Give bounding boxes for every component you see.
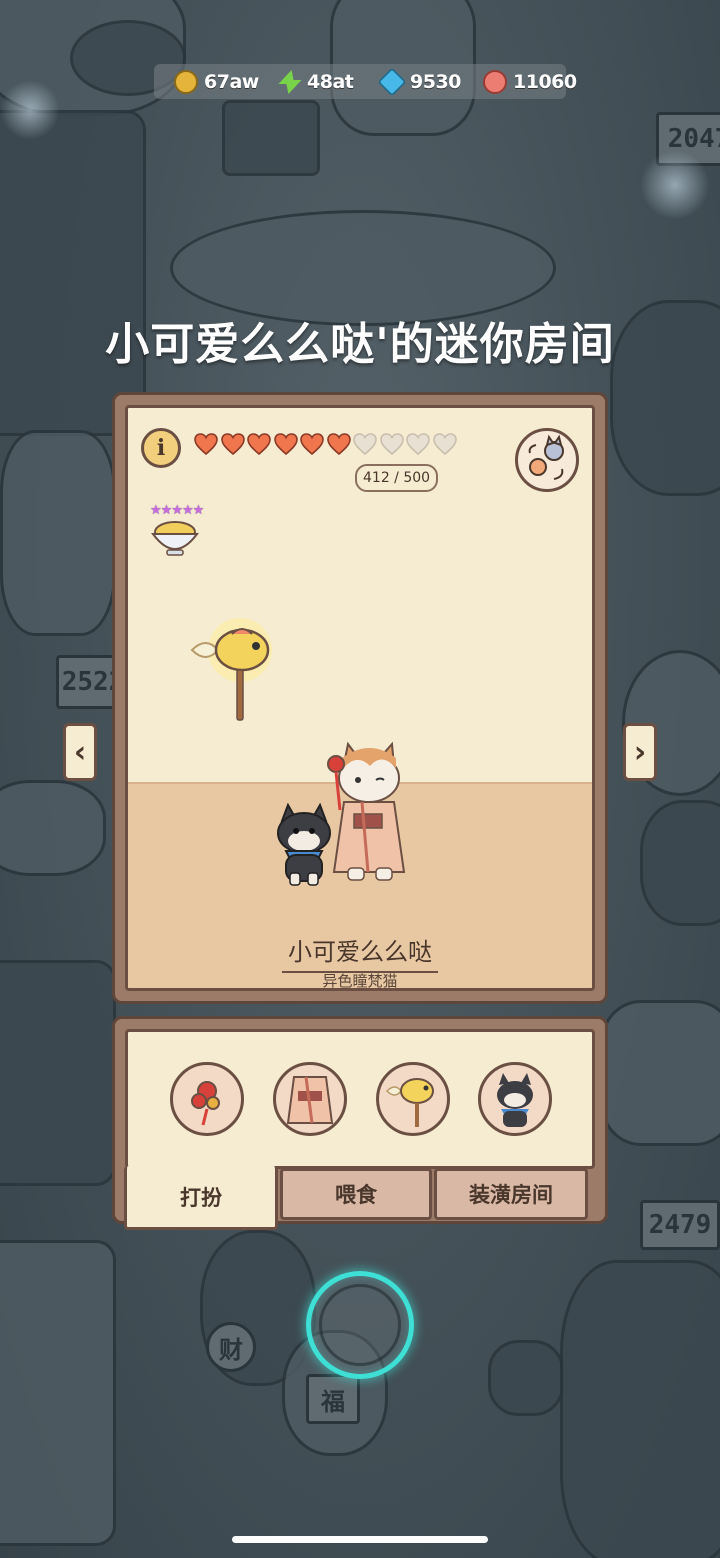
bg-sign-2479: 2479 <box>640 1200 720 1250</box>
candy-amount: 11060 <box>513 70 577 93</box>
shiba-dog-icon <box>497 1073 533 1127</box>
home-indicator[interactable] <box>232 1536 488 1543</box>
cat-in-kimono-pet[interactable] <box>318 740 418 890</box>
resource-energy[interactable]: 48at <box>257 70 360 94</box>
candy-icon <box>483 69 507 94</box>
energy-amount: 48at <box>307 70 354 93</box>
pet-breed: 异色瞳梵猫 <box>322 972 398 990</box>
gold-coin-icon <box>174 69 198 94</box>
room-view: i 412 / 500 ★ ★ ★ ★ ★ 小可爱么么哒 异色瞳梵猫 <box>125 405 595 991</box>
heart-empty-icon <box>379 433 407 456</box>
pet-name: 小可爱么么哒 <box>128 932 592 973</box>
resource-gold[interactable]: 67aw <box>154 69 259 94</box>
tab-dress-up[interactable]: 打扮 <box>124 1166 278 1230</box>
heart-empty-icon <box>353 433 380 456</box>
food-bowl[interactable] <box>148 508 202 558</box>
food-bowl-icon <box>151 521 199 556</box>
energy-bolt-icon <box>277 70 301 94</box>
bg-jar-label-cai: 财 <box>206 1322 256 1372</box>
red-flower-hairpin-icon <box>191 1081 220 1126</box>
heart-filled-icon <box>326 433 354 456</box>
item-slot-decoration[interactable] <box>376 1062 450 1136</box>
heart-filled-icon <box>273 433 301 456</box>
gem-amount: 9530 <box>410 70 461 93</box>
heart-filled-icon <box>300 433 327 456</box>
room-frame: i 412 / 500 ★ ★ ★ ★ ★ 小可爱么么哒 异色瞳梵猫 <box>112 392 608 1004</box>
blue-gem-icon <box>377 67 407 96</box>
resource-candy[interactable]: 11060 <box>463 69 577 94</box>
goldfish-lantern-icon <box>385 1078 434 1127</box>
pet-name-text: 小可爱么么哒 <box>288 938 432 966</box>
item-slot-companion[interactable] <box>478 1062 552 1136</box>
chevron-left-icon: ‹ <box>73 734 87 770</box>
previous-pet-button[interactable]: ‹ <box>63 723 97 781</box>
next-pet-button[interactable]: › <box>623 723 657 781</box>
heart-filled-icon <box>247 433 274 456</box>
chevron-right-icon: › <box>633 734 647 770</box>
heart-filled-icon <box>194 433 221 456</box>
heart-empty-icon <box>432 433 460 456</box>
switch-pet-button[interactable] <box>515 428 579 492</box>
item-slot-hairpin[interactable] <box>170 1062 244 1136</box>
item-slots-area <box>125 1029 595 1169</box>
gold-amount: 67aw <box>204 70 259 93</box>
heart-filled-icon <box>220 433 248 456</box>
info-button[interactable]: i <box>141 428 181 468</box>
tab-decorate-room[interactable]: 装潢房间 <box>434 1168 588 1220</box>
bg-jar-label-fu: 福 <box>306 1374 360 1424</box>
resource-bar: 67aw 48at 9530 11060 <box>154 64 577 99</box>
heart-empty-icon <box>406 433 433 456</box>
action-ring-button[interactable] <box>306 1271 414 1379</box>
resource-gem[interactable]: 9530 <box>360 67 463 96</box>
goldfish-lantern-decoration[interactable] <box>184 616 284 726</box>
affection-hearts <box>194 433 460 456</box>
tab-feed[interactable]: 喂食 <box>280 1168 432 1220</box>
item-slot-outfit[interactable] <box>273 1062 347 1136</box>
room-title: 小可爱么么哒'的迷你房间 <box>105 319 615 370</box>
kimono-outfit-icon <box>286 1076 334 1124</box>
affection-value: 412 / 500 <box>355 464 439 492</box>
cat-swap-icon <box>528 434 564 480</box>
